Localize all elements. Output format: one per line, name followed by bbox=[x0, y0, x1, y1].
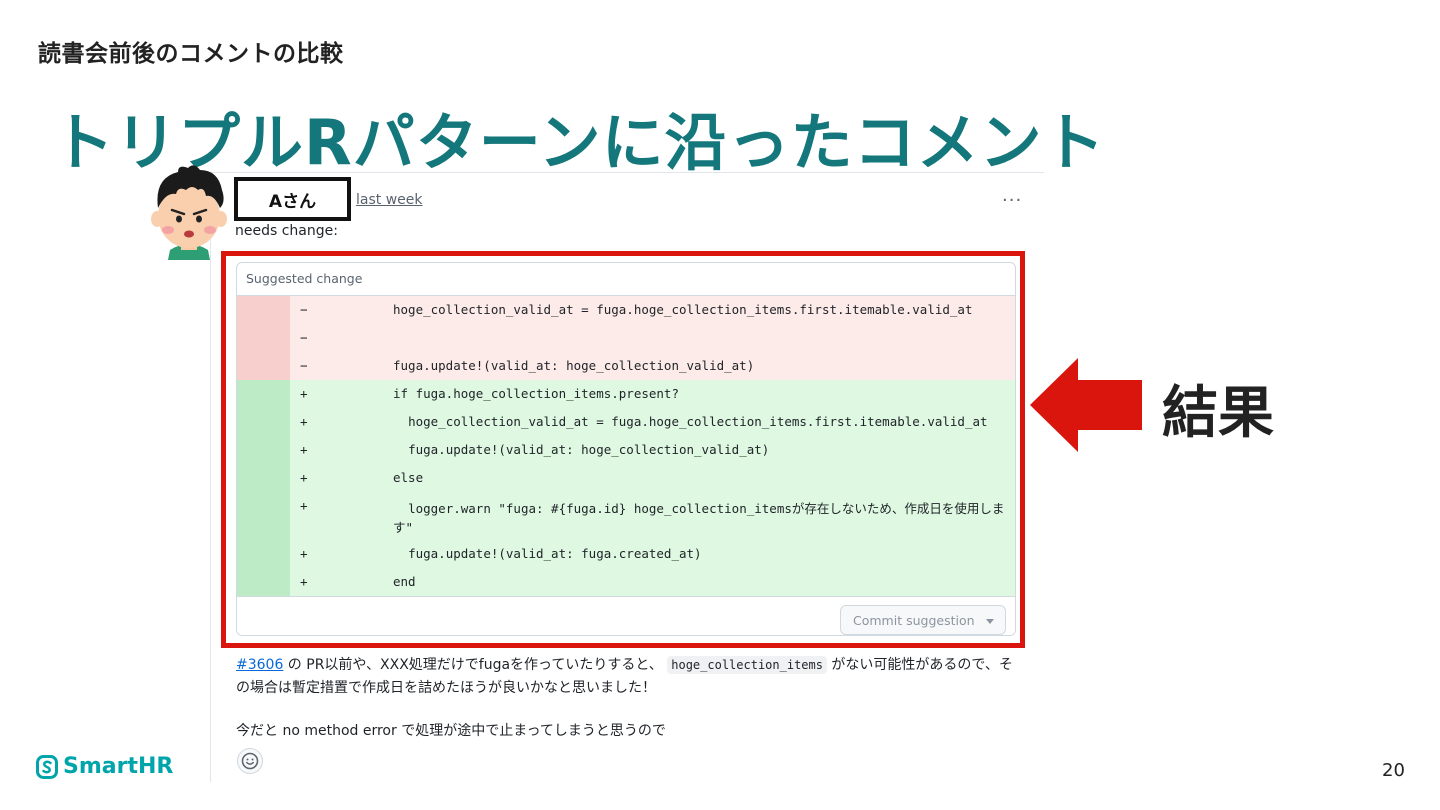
diff-code: fuga.update!(valid_at: fuga.created_at) bbox=[393, 546, 702, 561]
comment-paragraph: 今だと no method error で処理が途中で止まってしまうと思うので bbox=[236, 723, 666, 739]
diff-line: + end bbox=[237, 568, 1015, 596]
diff-line: + if fuga.hoge_collection_items.present? bbox=[237, 380, 1015, 408]
logo-text: SmartHR bbox=[63, 754, 174, 779]
avatar bbox=[151, 165, 227, 260]
diff-code: else bbox=[393, 470, 424, 485]
commit-suggestion-label: Commit suggestion bbox=[853, 612, 975, 628]
diff-line: + hoge_collection_valid_at = fuga.hoge_c… bbox=[237, 408, 1015, 436]
diff-line: − hoge_collection_valid_at = fuga.hoge_co… bbox=[237, 296, 1015, 324]
inline-code: hoge_collection_items bbox=[667, 656, 827, 674]
thread-top-border bbox=[210, 172, 1044, 173]
diff-line: + else bbox=[237, 464, 1015, 492]
diff-code: end bbox=[393, 574, 416, 589]
diff-line: − bbox=[237, 324, 1015, 352]
arrow-left-icon bbox=[1030, 358, 1142, 452]
diff-line: − fuga.update!(valid_at: hoge_collection_… bbox=[237, 352, 1015, 380]
smiley-icon bbox=[241, 752, 259, 770]
comment-paragraph: #3606 の PR以前や、XXX処理だけでfugaを作っていたりすると、 ho… bbox=[236, 654, 1026, 700]
pr-reference-link[interactable]: #3606 bbox=[236, 657, 283, 673]
smarthr-logo: SmartHR bbox=[36, 754, 173, 779]
author-name[interactable]: Aさん bbox=[234, 177, 351, 221]
diff-line: + fuga.update!(valid_at: hoge_collection… bbox=[237, 436, 1015, 464]
diff-sign: + bbox=[300, 574, 308, 589]
comment-body: #3606 の PR以前や、XXX処理だけでfugaを作っていたりすると、 ho… bbox=[236, 654, 1026, 743]
diff-code: logger.warn "fuga: #{fuga.id} hoge_colle… bbox=[393, 501, 1005, 535]
caret-down-icon[interactable] bbox=[986, 619, 994, 624]
diff-sign: − bbox=[300, 330, 308, 345]
comment-header: needs change: bbox=[235, 223, 338, 239]
diff-sign: − bbox=[300, 302, 308, 317]
suggested-change-box: Suggested change − hoge_collection_valid_… bbox=[236, 262, 1016, 636]
diff-code: fuga.update!(valid_at: hoge_collection_v… bbox=[393, 358, 755, 373]
kebab-horizontal-icon[interactable]: ··· bbox=[1002, 190, 1022, 211]
thread-left-border bbox=[210, 172, 211, 782]
result-label: 結果 bbox=[1162, 381, 1274, 446]
commit-suggestion-button[interactable]: Commit suggestion bbox=[840, 605, 1006, 635]
comment-timestamp[interactable]: last week bbox=[356, 192, 423, 208]
diff-line: + fuga.update!(valid_at: fuga.created_at… bbox=[237, 540, 1015, 568]
page-number: 20 bbox=[1382, 760, 1405, 781]
add-reaction-button[interactable] bbox=[237, 748, 263, 774]
diff-line: + logger.warn "fuga: #{fuga.id} hoge_col… bbox=[237, 492, 1015, 540]
diff-sign: + bbox=[300, 386, 308, 401]
diff-sign: + bbox=[300, 414, 308, 429]
diff-sign: − bbox=[300, 358, 308, 373]
diff-sign: + bbox=[300, 442, 308, 457]
diff-code: hoge_collection_valid_at = fuga.hoge_col… bbox=[393, 302, 973, 317]
diff-sign: + bbox=[300, 546, 308, 561]
suggestion-footer: Commit suggestion bbox=[237, 596, 1015, 635]
section-title: 読書会前後のコメントの比較 bbox=[38, 41, 344, 67]
diff-sign: + bbox=[300, 470, 308, 485]
diff-sign: + bbox=[300, 498, 308, 513]
diff-code: hoge_collection_valid_at = fuga.hoge_col… bbox=[393, 414, 988, 429]
diff-code: fuga.update!(valid_at: hoge_collection_v… bbox=[393, 442, 770, 457]
diff-code: if fuga.hoge_collection_items.present? bbox=[393, 386, 679, 401]
comment-text: の PR以前や、XXX処理だけでfugaを作っていたりすると、 bbox=[283, 657, 663, 673]
smarthr-logo-icon bbox=[36, 754, 58, 779]
suggested-change-label: Suggested change bbox=[237, 263, 1015, 296]
